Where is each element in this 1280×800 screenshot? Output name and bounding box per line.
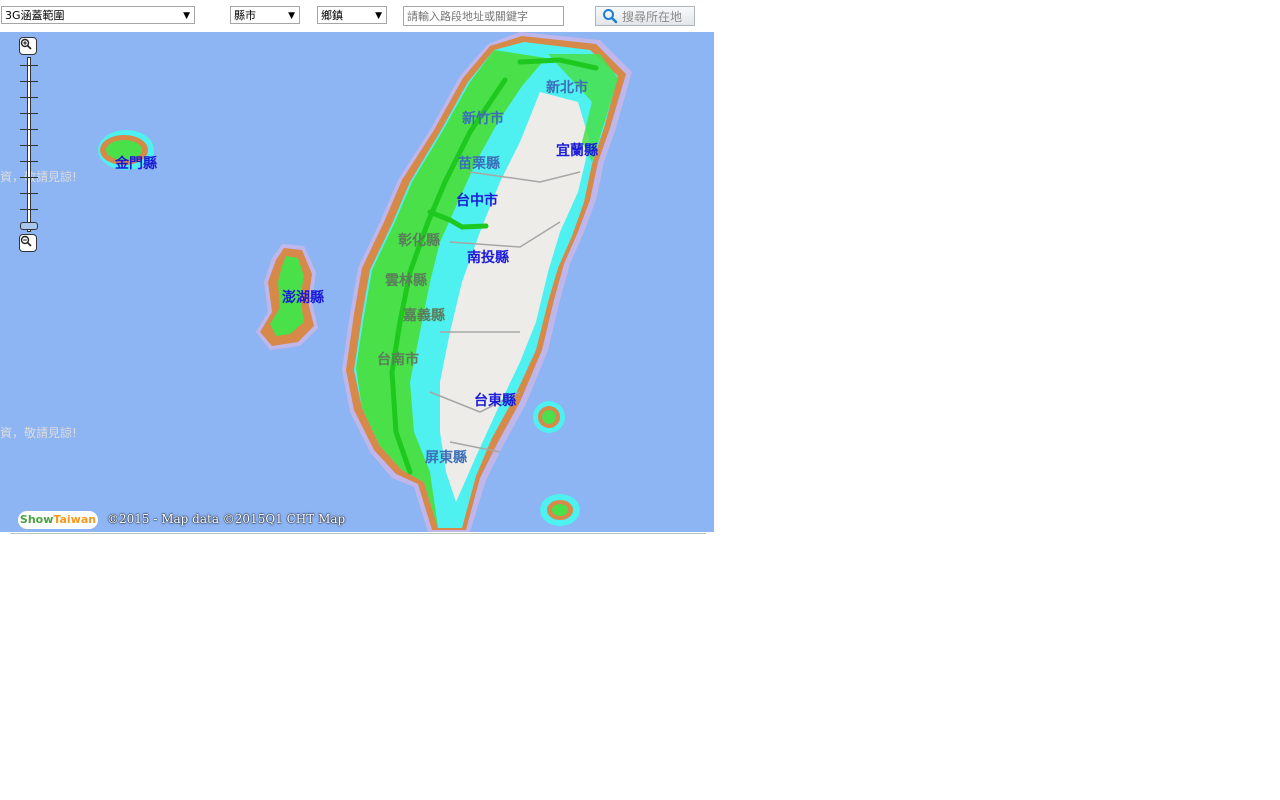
township-select-value: 鄉鎮 [321,9,343,22]
coverage-select[interactable]: 3G涵蓋範圍 ▼ [1,6,195,24]
showtaiwan-logo[interactable]: ShowTaiwan [18,511,98,529]
toolbar: 3G涵蓋範圍 ▼ 縣市 ▼ 鄉鎮 ▼ 搜尋所在地 [0,0,714,32]
zoom-tick [20,129,38,130]
label-hsinchu: 新竹市 [462,111,504,127]
label-kinmen: 金門縣 [115,156,157,172]
label-xinbei: 新北市 [546,80,588,96]
search-location-button[interactable]: 搜尋所在地 [595,6,695,26]
label-penghu: 澎湖縣 [282,290,324,306]
divider [10,533,706,534]
label-miaoli: 苗栗縣 [458,156,500,172]
label-tainan: 台南市 [377,352,419,368]
search-icon [603,9,618,24]
label-changhua: 彰化縣 [398,233,440,249]
zoom-tick [20,177,38,178]
chevron-down-icon: ▼ [288,11,295,21]
coverage-map-graphic [98,32,632,532]
label-taichung: 台中市 [456,193,498,209]
watermark-text: 資，敬請見諒! [0,170,77,184]
label-nantou: 南投縣 [467,250,509,266]
watermark-text: 資，敬請見諒! [0,426,77,440]
zoom-tick [20,97,38,98]
zoom-in-icon [20,38,32,50]
label-yilan: 宜蘭縣 [556,143,598,159]
chevron-down-icon: ▼ [375,11,382,21]
search-button-label: 搜尋所在地 [622,9,683,24]
zoom-tick [20,81,38,82]
county-select[interactable]: 縣市 ▼ [230,6,300,24]
logo-text-part2: Taiwan [53,513,97,526]
coverage-select-value: 3G涵蓋範圍 [5,9,65,22]
zoom-tick [20,209,38,210]
chevron-down-icon: ▼ [183,11,190,21]
zoom-tick [20,113,38,114]
address-search-input[interactable] [403,6,564,26]
zoom-tick [20,145,38,146]
logo-text-part1: Show [19,513,54,526]
zoom-tick [20,161,38,162]
zoom-slider-handle[interactable] [20,222,38,230]
map-credit: ©2015 - Map data ©2015Q1 CHT Map [107,512,346,526]
township-select[interactable]: 鄉鎮 ▼ [317,6,387,24]
label-pingtung: 屏東縣 [425,450,467,466]
orchid-island-coverage [552,504,568,516]
map-view[interactable]: 資，敬請見諒! 資，敬請見諒! 新北市 新竹市 宜蘭縣 苗栗縣 台中市 彰化縣 … [0,32,714,532]
zoom-out-icon [20,235,32,247]
zoom-tick [20,193,38,194]
zoom-out-button[interactable] [19,234,37,252]
green-island-coverage [542,410,556,424]
label-chiayi: 嘉義縣 [403,308,445,324]
label-yunlin: 雲林縣 [385,273,427,289]
zoom-tick [20,65,38,66]
county-select-value: 縣市 [234,9,256,22]
label-taitung: 台東縣 [474,393,516,409]
zoom-in-button[interactable] [19,37,37,55]
